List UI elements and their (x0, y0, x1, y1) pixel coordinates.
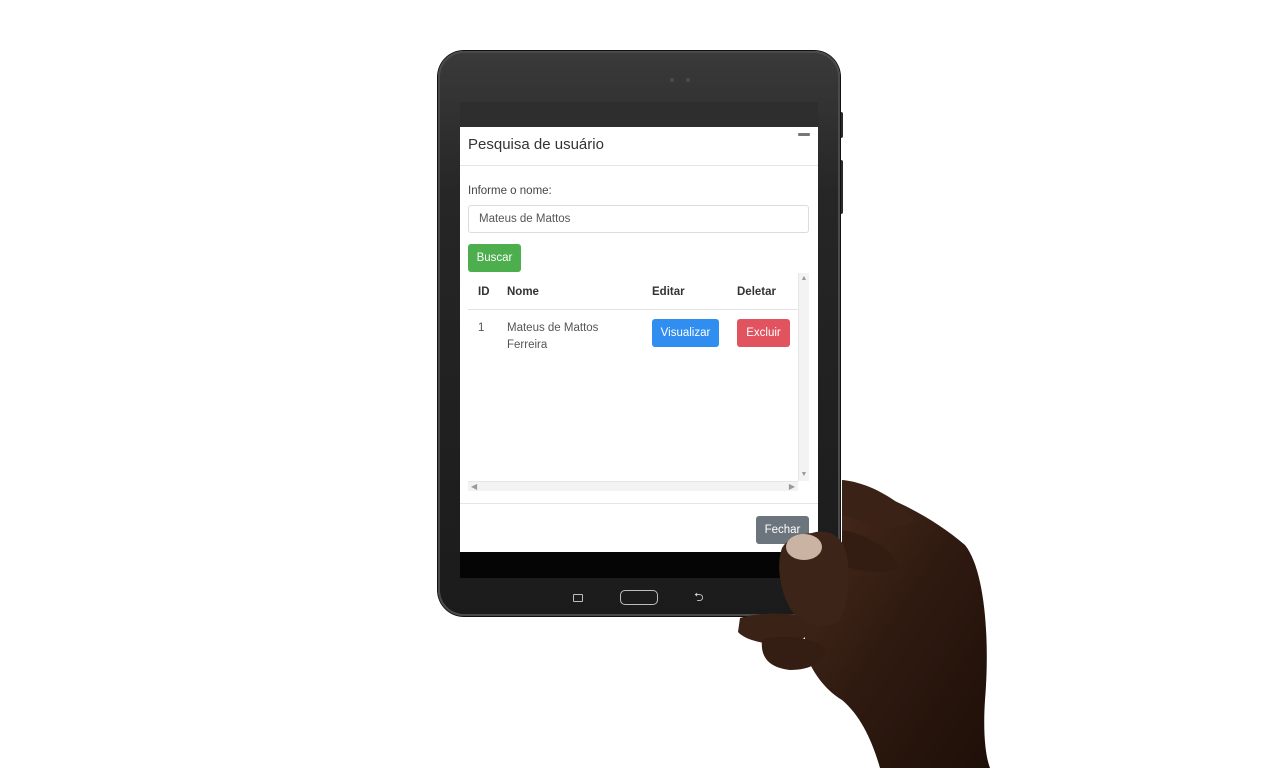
table-row: 1 Mateus de Mattos Ferreira Visualizar E… (468, 310, 798, 370)
view-user-button[interactable]: Visualizar (652, 319, 719, 347)
user-search-modal: Pesquisa de usuário Informe o nome: Busc… (460, 127, 818, 552)
column-header-edit: Editar (652, 286, 685, 298)
column-header-delete: Deletar (737, 286, 776, 298)
modal-header: Pesquisa de usuário (460, 127, 818, 166)
scroll-up-icon[interactable]: ▲ (800, 275, 808, 283)
scroll-left-icon[interactable]: ◀ (471, 483, 477, 491)
row-name: Mateus de Mattos Ferreira (507, 322, 599, 351)
scroll-down-icon[interactable]: ▼ (800, 471, 808, 479)
results-table-container: ID Nome Editar Deletar 1 Mateus de Matto… (468, 273, 810, 491)
recent-apps-icon[interactable] (573, 594, 583, 602)
modal-title: Pesquisa de usuário (468, 136, 604, 153)
camera-lens (686, 78, 690, 82)
search-button[interactable]: Buscar (468, 244, 521, 272)
modal-footer: Fechar (460, 503, 818, 553)
scroll-right-icon[interactable]: ▶ (789, 483, 795, 491)
name-field-label: Informe o nome: (468, 185, 552, 197)
tablet-device: Pesquisa de usuário Informe o nome: Busc… (438, 51, 840, 616)
home-button[interactable] (620, 590, 658, 605)
column-header-id: ID (478, 286, 490, 298)
back-arrow-icon[interactable]: ⮌ (694, 591, 704, 603)
page: Pesquisa de usuário Informe o nome: Busc… (0, 0, 1280, 768)
tablet-screen: Pesquisa de usuário Informe o nome: Busc… (460, 102, 818, 578)
row-id: 1 (478, 322, 485, 334)
close-button[interactable]: Fechar (756, 516, 809, 544)
screen-bottom-bar (460, 552, 818, 578)
minimize-icon[interactable] (798, 133, 810, 136)
delete-user-button[interactable]: Excluir (737, 319, 790, 347)
camera-sensor (670, 78, 674, 82)
vertical-scrollbar[interactable]: ▲ ▼ (798, 273, 809, 481)
results-table: ID Nome Editar Deletar 1 Mateus de Matto… (468, 273, 798, 481)
horizontal-scrollbar[interactable]: ◀ ▶ (468, 481, 798, 491)
column-header-name: Nome (507, 286, 539, 298)
name-input[interactable] (468, 205, 809, 233)
